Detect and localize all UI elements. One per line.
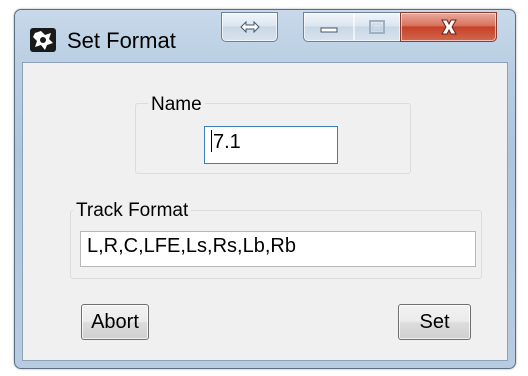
- set-button[interactable]: Set: [398, 304, 471, 340]
- close-button[interactable]: [400, 12, 497, 42]
- track-format-input[interactable]: L,R,C,LFE,Ls,Rs,Lb,Rb: [80, 231, 476, 267]
- window-title: Set Format: [67, 28, 176, 53]
- name-input[interactable]: 7.1: [204, 126, 338, 164]
- close-icon: [440, 19, 457, 35]
- maximize-button[interactable]: [354, 12, 401, 42]
- title-bar[interactable]: Set Format: [15, 10, 515, 62]
- text-caret: [211, 130, 212, 152]
- track-format-input-value: L,R,C,LFE,Ls,Rs,Lb,Rb: [87, 235, 296, 257]
- track-format-label: Track Format: [73, 200, 192, 222]
- set-format-window: Set Format Name 7.1 Track Format L,R,C,L…: [14, 9, 516, 369]
- dialog-content: Name 7.1 Track Format L,R,C,LFE,Ls,Rs,Lb…: [22, 62, 508, 361]
- double-arrow-icon: [239, 21, 260, 33]
- abort-button[interactable]: Abort: [81, 304, 149, 340]
- name-input-value: 7.1: [213, 131, 241, 153]
- app-icon: [30, 28, 56, 52]
- name-label: Name: [148, 94, 205, 116]
- resize-button[interactable]: [221, 12, 278, 42]
- maximize-icon: [369, 20, 385, 34]
- minimize-button[interactable]: [303, 12, 355, 42]
- minimize-icon: [320, 27, 338, 33]
